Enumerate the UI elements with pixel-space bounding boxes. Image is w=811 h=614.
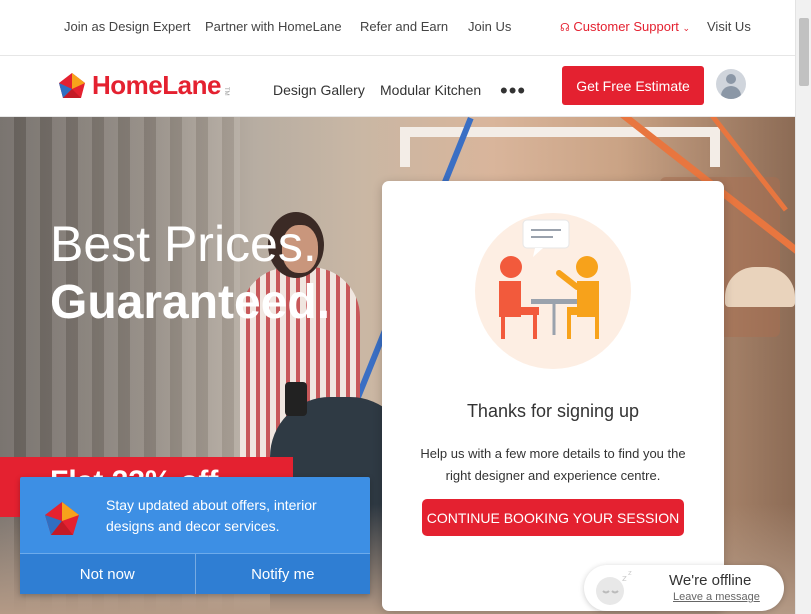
join-design-expert-link[interactable]: Join as Design Expert bbox=[64, 19, 190, 34]
not-now-button[interactable]: Not now bbox=[20, 554, 195, 594]
partner-link[interactable]: Partner with HomeLane bbox=[205, 19, 342, 34]
hero-lamp bbox=[725, 267, 795, 307]
notification-message: Stay updated about offers, interior desi… bbox=[106, 497, 317, 534]
user-avatar-icon[interactable] bbox=[716, 69, 746, 99]
signup-confirmation-card: Thanks for signing up Help us with a few… bbox=[382, 181, 724, 611]
brand-name: HomeLane bbox=[92, 70, 221, 100]
svg-text:z: z bbox=[628, 569, 632, 577]
customer-support-label: Customer Support bbox=[573, 19, 679, 34]
hero-heading-line1: Best Prices. bbox=[50, 216, 317, 272]
customer-support-dropdown[interactable]: ☊ Customer Support ⌄ bbox=[560, 19, 690, 34]
page-scrollbar[interactable] bbox=[795, 0, 811, 614]
nav-modular-kitchen[interactable]: Modular Kitchen bbox=[380, 82, 481, 98]
chevron-down-icon: ⌄ bbox=[682, 23, 691, 33]
hero-heading-line2: Guaranteed. bbox=[50, 276, 331, 329]
continue-booking-button[interactable]: CONTINUE BOOKING YOUR SESSION bbox=[422, 499, 684, 536]
headset-icon: ☊ bbox=[560, 22, 570, 34]
signup-card-title: Thanks for signing up bbox=[466, 401, 640, 421]
scrollbar-thumb[interactable] bbox=[799, 18, 809, 86]
refer-earn-link[interactable]: Refer and Earn bbox=[360, 19, 448, 34]
top-utility-bar: Join as Design Expert Partner with HomeL… bbox=[0, 0, 795, 56]
brand-trademark: TM bbox=[222, 87, 229, 96]
leave-message-link[interactable]: Leave a message bbox=[673, 591, 760, 603]
hero-bed-frame bbox=[400, 127, 720, 167]
main-navbar: HomeLane TM Design Gallery Modular Kitch… bbox=[0, 56, 795, 117]
notification-actions: Not now Notify me bbox=[20, 553, 370, 594]
notify-me-button[interactable]: Notify me bbox=[194, 554, 370, 594]
hero-mug bbox=[285, 382, 307, 416]
nav-design-gallery[interactable]: Design Gallery bbox=[273, 82, 365, 98]
get-free-estimate-button[interactable]: Get Free Estimate bbox=[562, 66, 704, 105]
consultation-illustration bbox=[475, 213, 631, 369]
chat-status: We're offline bbox=[669, 572, 752, 589]
homelane-logo-icon bbox=[59, 72, 85, 98]
join-us-link[interactable]: Join Us bbox=[468, 19, 511, 34]
svg-text:z: z bbox=[622, 574, 627, 584]
signup-card-text: Help us with a few more details to find … bbox=[420, 446, 686, 483]
homelane-notify-logo-icon bbox=[45, 502, 79, 535]
more-menu-icon[interactable]: ••• bbox=[500, 78, 526, 104]
visit-us-link[interactable]: Visit Us bbox=[707, 19, 751, 34]
homelane-logo[interactable]: HomeLane TM bbox=[58, 70, 229, 101]
offline-chat-widget[interactable]: z z We're offline Leave a message bbox=[584, 565, 784, 611]
sleeping-chat-icon: z z bbox=[596, 569, 632, 605]
notification-prompt: Stay updated about offers, interior desi… bbox=[20, 477, 370, 594]
